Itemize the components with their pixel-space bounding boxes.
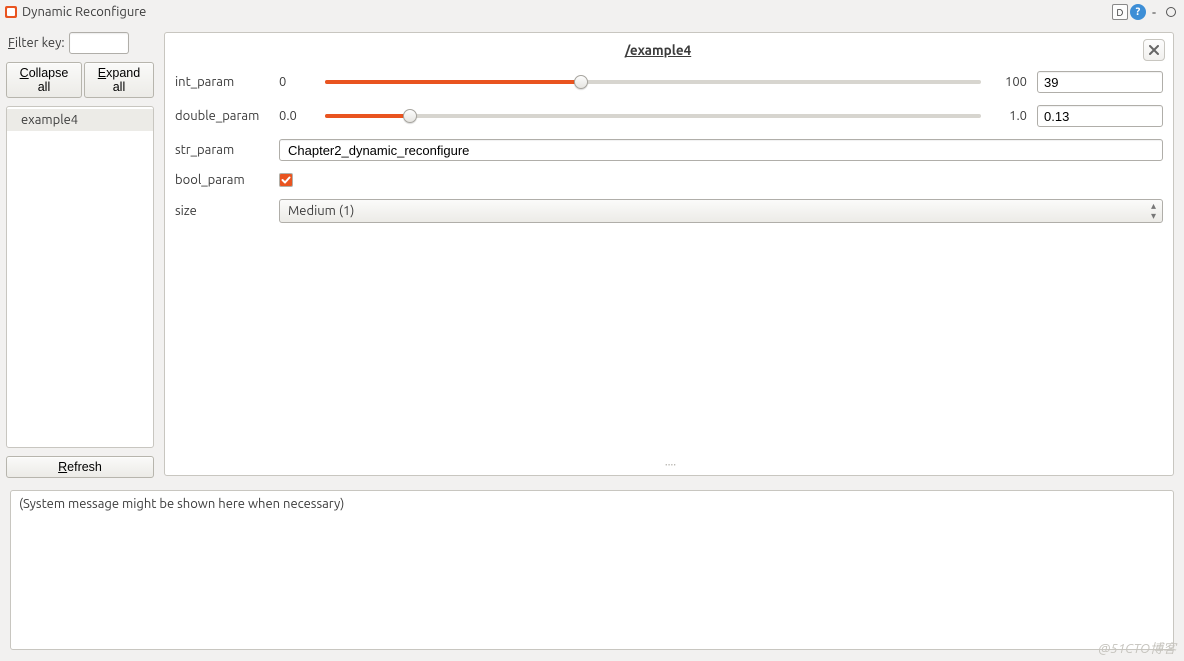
slider-thumb[interactable]	[574, 75, 588, 89]
param-double: double_param 0.0 1.0	[175, 105, 1163, 127]
param-str: str_param	[175, 139, 1163, 161]
window-title: Dynamic Reconfigure	[22, 5, 146, 19]
int-slider[interactable]	[325, 73, 981, 91]
param-label-str: str_param	[175, 143, 269, 157]
param-bool: bool_param	[175, 173, 1163, 187]
d-indicator: D	[1112, 4, 1128, 20]
filter-label: Filter key:	[8, 36, 65, 50]
close-icon	[1149, 45, 1159, 55]
slider-thumb[interactable]	[403, 109, 417, 123]
int-value-input[interactable]	[1037, 71, 1163, 93]
titlebar: Dynamic Reconfigure D ? -	[0, 0, 1184, 24]
sidebar: Filter key: Collapse all Expand all exam…	[0, 24, 160, 484]
param-size: size Medium (1) ▴▾	[175, 199, 1163, 223]
double-value-input[interactable]	[1037, 105, 1163, 127]
help-icon[interactable]: ?	[1130, 4, 1146, 20]
collapse-all-button[interactable]: Collapse all	[6, 62, 82, 98]
chevron-updown-icon: ▴▾	[1151, 201, 1156, 221]
panel-drag-handle[interactable]: ᠁	[165, 229, 1173, 475]
size-combo-value: Medium (1)	[288, 204, 354, 218]
param-label-bool: bool_param	[175, 173, 269, 187]
slider-fill	[325, 114, 410, 118]
tree-item-example4[interactable]: example4	[7, 109, 153, 131]
expand-all-button[interactable]: Expand all	[84, 62, 154, 98]
refresh-row: Refresh	[6, 456, 154, 478]
params-list: int_param 0 100 double_param 0.0	[165, 67, 1173, 229]
param-label-int: int_param	[175, 75, 269, 89]
filter-input[interactable]	[69, 32, 129, 54]
param-int: int_param 0 100	[175, 71, 1163, 93]
double-slider[interactable]	[325, 107, 981, 125]
double-max: 1.0	[991, 109, 1027, 123]
panel-title: /example4	[173, 42, 1143, 58]
system-message-box: (System message might be shown here when…	[10, 490, 1174, 650]
param-label-size: size	[175, 204, 269, 218]
node-tree[interactable]: example4	[6, 106, 154, 448]
param-label-double: double_param	[175, 109, 269, 123]
filter-row: Filter key:	[6, 28, 154, 58]
slider-fill	[325, 80, 581, 84]
close-panel-button[interactable]	[1143, 39, 1165, 61]
reconfigure-panel: /example4 int_param 0 100	[164, 32, 1174, 476]
watermark: @51CTO博客	[1098, 638, 1176, 657]
refresh-button[interactable]: Refresh	[6, 456, 154, 478]
minimize-button[interactable]: -	[1148, 4, 1160, 20]
titlebar-right: D ? -	[1112, 4, 1180, 20]
app-icon	[4, 5, 18, 19]
int-max: 100	[991, 75, 1027, 89]
tree-ops-row: Collapse all Expand all	[6, 62, 154, 98]
restore-button[interactable]	[1166, 7, 1176, 17]
slider-track	[325, 114, 981, 118]
panel-head: /example4	[165, 33, 1173, 67]
check-icon	[281, 175, 291, 185]
size-combo[interactable]: Medium (1) ▴▾	[279, 199, 1163, 223]
lower: (System message might be shown here when…	[0, 484, 1184, 654]
int-min: 0	[279, 75, 315, 89]
str-value-input[interactable]	[279, 139, 1163, 161]
upper-split: Filter key: Collapse all Expand all exam…	[0, 24, 1184, 484]
double-min: 0.0	[279, 109, 315, 123]
bool-checkbox[interactable]	[279, 173, 293, 187]
main: /example4 int_param 0 100	[160, 24, 1184, 484]
